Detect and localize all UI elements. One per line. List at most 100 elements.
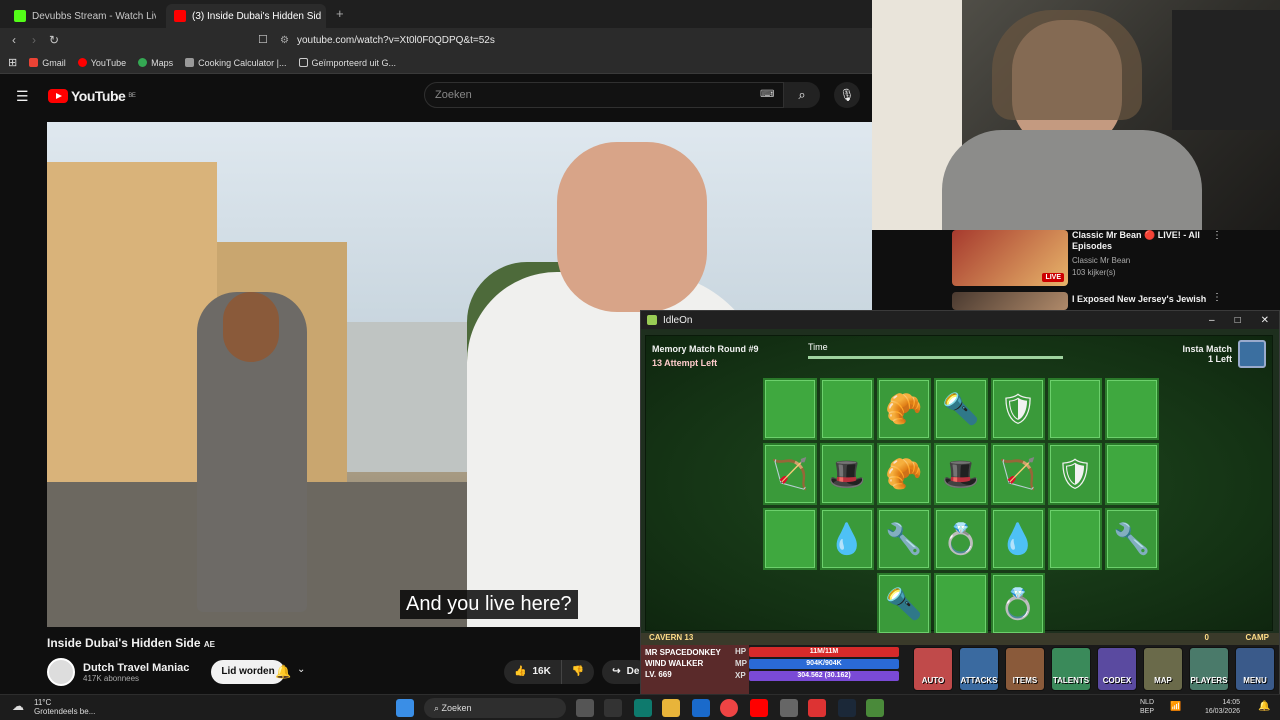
bookmark-imported[interactable]: Geïmporteerd uit G... (298, 57, 397, 68)
weather-widget[interactable]: 11°C Grotendeels be... (34, 698, 95, 716)
youtube-app-icon[interactable] (750, 699, 768, 717)
more-options-icon[interactable]: ⋮ (1212, 292, 1222, 303)
language-indicator[interactable]: NLD BEP (1140, 698, 1154, 716)
forward-icon[interactable]: › (24, 33, 44, 47)
bell-icon[interactable]: 🔔 (275, 664, 291, 680)
bookmark-cooking[interactable]: Cooking Calculator |... (185, 57, 287, 68)
armor-item-icon: 🛡 (1055, 457, 1095, 491)
memory-card-revealed[interactable]: 🔧 (1105, 508, 1159, 570)
browser-tab-youtube[interactable]: (3) Inside Dubai's Hidden Sid ✕ (166, 4, 326, 28)
search-button[interactable]: ⌕ (784, 82, 820, 108)
youtube-logo[interactable]: YouTube BE (48, 88, 136, 104)
taskbar-search[interactable]: ⌕ Zoeken (424, 698, 566, 718)
memory-card-revealed[interactable]: 🎩 (934, 443, 988, 505)
memory-card-revealed[interactable]: 🔦 (877, 573, 931, 635)
hud-button-items[interactable]: ITEMS (1005, 647, 1045, 691)
rec-title[interactable]: I Exposed New Jersey's Jewish (1072, 294, 1206, 304)
edge-icon[interactable] (634, 699, 652, 717)
memory-card-revealed[interactable]: 🔦 (934, 378, 988, 440)
hud-button-codex[interactable]: CODEX (1097, 647, 1137, 691)
bookmark-icon[interactable]: ☐ (258, 33, 268, 46)
minimize-icon[interactable]: – (1209, 315, 1215, 326)
search-input[interactable]: Zoeken (424, 82, 784, 108)
menu-icon[interactable]: ☰ (16, 88, 29, 105)
new-tab-button[interactable]: + (336, 6, 344, 21)
wand-item-icon: 🔧 (1113, 522, 1151, 556)
channel-avatar[interactable] (47, 658, 75, 686)
brave-icon[interactable] (808, 699, 826, 717)
video-title: Inside Dubai's Hidden Side AE (47, 636, 215, 650)
channel-name[interactable]: Dutch Travel Maniac (83, 662, 189, 674)
insta-match-button[interactable] (1238, 340, 1266, 368)
apps-icon[interactable]: ⊞ (8, 56, 17, 69)
chrome-icon[interactable] (720, 699, 738, 717)
url-field[interactable]: ⚙ youtube.com/watch?v=Xt0l0F0QDPQ&t=52s (280, 32, 870, 48)
memory-card-hidden[interactable] (934, 573, 988, 635)
rec-channel[interactable]: Classic Mr Bean (1072, 256, 1130, 265)
memory-card-revealed[interactable]: 🛡 (1048, 443, 1102, 505)
memory-card-revealed[interactable]: 💧 (820, 508, 874, 570)
store-icon[interactable] (604, 699, 622, 717)
bookmark-gmail[interactable]: Gmail (29, 58, 66, 68)
mic-button[interactable]: 🎙 (834, 82, 860, 108)
calculator-icon[interactable] (780, 699, 798, 717)
top-hat-item-icon: 🎩 (942, 457, 980, 491)
hud-button-map[interactable]: MAP (1143, 647, 1183, 691)
memory-card-hidden[interactable] (1048, 378, 1102, 440)
hud-button-auto[interactable]: AUTO (913, 647, 953, 691)
site-info-icon[interactable]: ⚙ (280, 35, 289, 46)
keyboard-icon[interactable]: ⌨ (760, 89, 774, 100)
memory-card-revealed[interactable]: 🏹 (991, 443, 1045, 505)
bookmark-maps[interactable]: Maps (138, 58, 173, 68)
hud-button-attacks[interactable]: ATTACKS (959, 647, 999, 691)
hud-button-menu[interactable]: MENU (1235, 647, 1275, 691)
memory-card-revealed[interactable]: 💍 (991, 573, 1045, 635)
join-button[interactable]: Lid worden (211, 660, 285, 684)
wifi-icon[interactable]: 📶 (1170, 701, 1181, 712)
bookmark-youtube[interactable]: YouTube (77, 58, 126, 68)
hud-button-players[interactable]: PLAYERS (1189, 647, 1229, 691)
rec-thumbnail[interactable]: LIVE (952, 230, 1068, 286)
bookmark-label: Cooking Calculator |... (198, 57, 287, 68)
file-explorer-icon[interactable] (662, 699, 680, 717)
browser-tab-kick[interactable]: Devubbs Stream - Watch Live on (6, 4, 156, 28)
maximize-icon[interactable]: □ (1235, 315, 1241, 326)
taskbar-search-label: Zoeken (441, 703, 472, 713)
like-button[interactable]: 👍 16K (504, 660, 561, 684)
hud-button-talents[interactable]: TALENTS (1051, 647, 1091, 691)
memory-card-revealed[interactable]: 🏹 (763, 443, 817, 505)
memory-card-hidden[interactable] (1105, 378, 1159, 440)
memory-card-hidden[interactable] (763, 508, 817, 570)
memory-card-revealed[interactable]: 🥐 (877, 443, 931, 505)
more-options-icon[interactable]: ⋮ (1212, 230, 1222, 241)
share-label: De (626, 666, 640, 677)
notification-icon[interactable]: 🔔 (1258, 701, 1270, 712)
steam-icon[interactable] (838, 699, 856, 717)
idleon-taskbar-icon[interactable] (866, 699, 884, 717)
windows-start-icon[interactable] (396, 699, 414, 717)
task-view-icon[interactable] (576, 699, 594, 717)
dislike-button[interactable]: 👎 (560, 660, 595, 684)
memory-card-revealed[interactable]: 💍 (934, 508, 988, 570)
bookmark-label: Geïmporteerd uit G... (311, 57, 397, 68)
memory-card-revealed[interactable]: 💧 (991, 508, 1045, 570)
chevron-down-icon[interactable]: ⌄ (297, 664, 305, 675)
memory-card-revealed[interactable]: 🔧 (877, 508, 931, 570)
outlook-icon[interactable] (692, 699, 710, 717)
back-icon[interactable]: ‹ (4, 33, 24, 47)
close-icon[interactable]: ✕ (1261, 315, 1269, 326)
memory-card-revealed[interactable]: 🛡 (991, 378, 1045, 440)
memory-card-revealed[interactable]: 🥐 (877, 378, 931, 440)
window-title: IdleOn (663, 314, 693, 326)
memory-card-hidden[interactable] (820, 378, 874, 440)
memory-card-revealed[interactable]: 🎩 (820, 443, 874, 505)
camp-button[interactable]: CAMP (1245, 633, 1269, 642)
reload-icon[interactable]: ↻ (44, 33, 64, 47)
memory-card-hidden[interactable] (1105, 443, 1159, 505)
memory-card-hidden[interactable] (763, 378, 817, 440)
share-icon: ↪ (612, 666, 621, 677)
rec-thumbnail[interactable] (952, 292, 1068, 310)
clock[interactable]: 14:05 16/03/2026 (1196, 698, 1240, 716)
memory-card-hidden[interactable] (1048, 508, 1102, 570)
player-info[interactable]: MR SPACEDONKEY WIND WALKER LV. 669 (641, 645, 749, 695)
